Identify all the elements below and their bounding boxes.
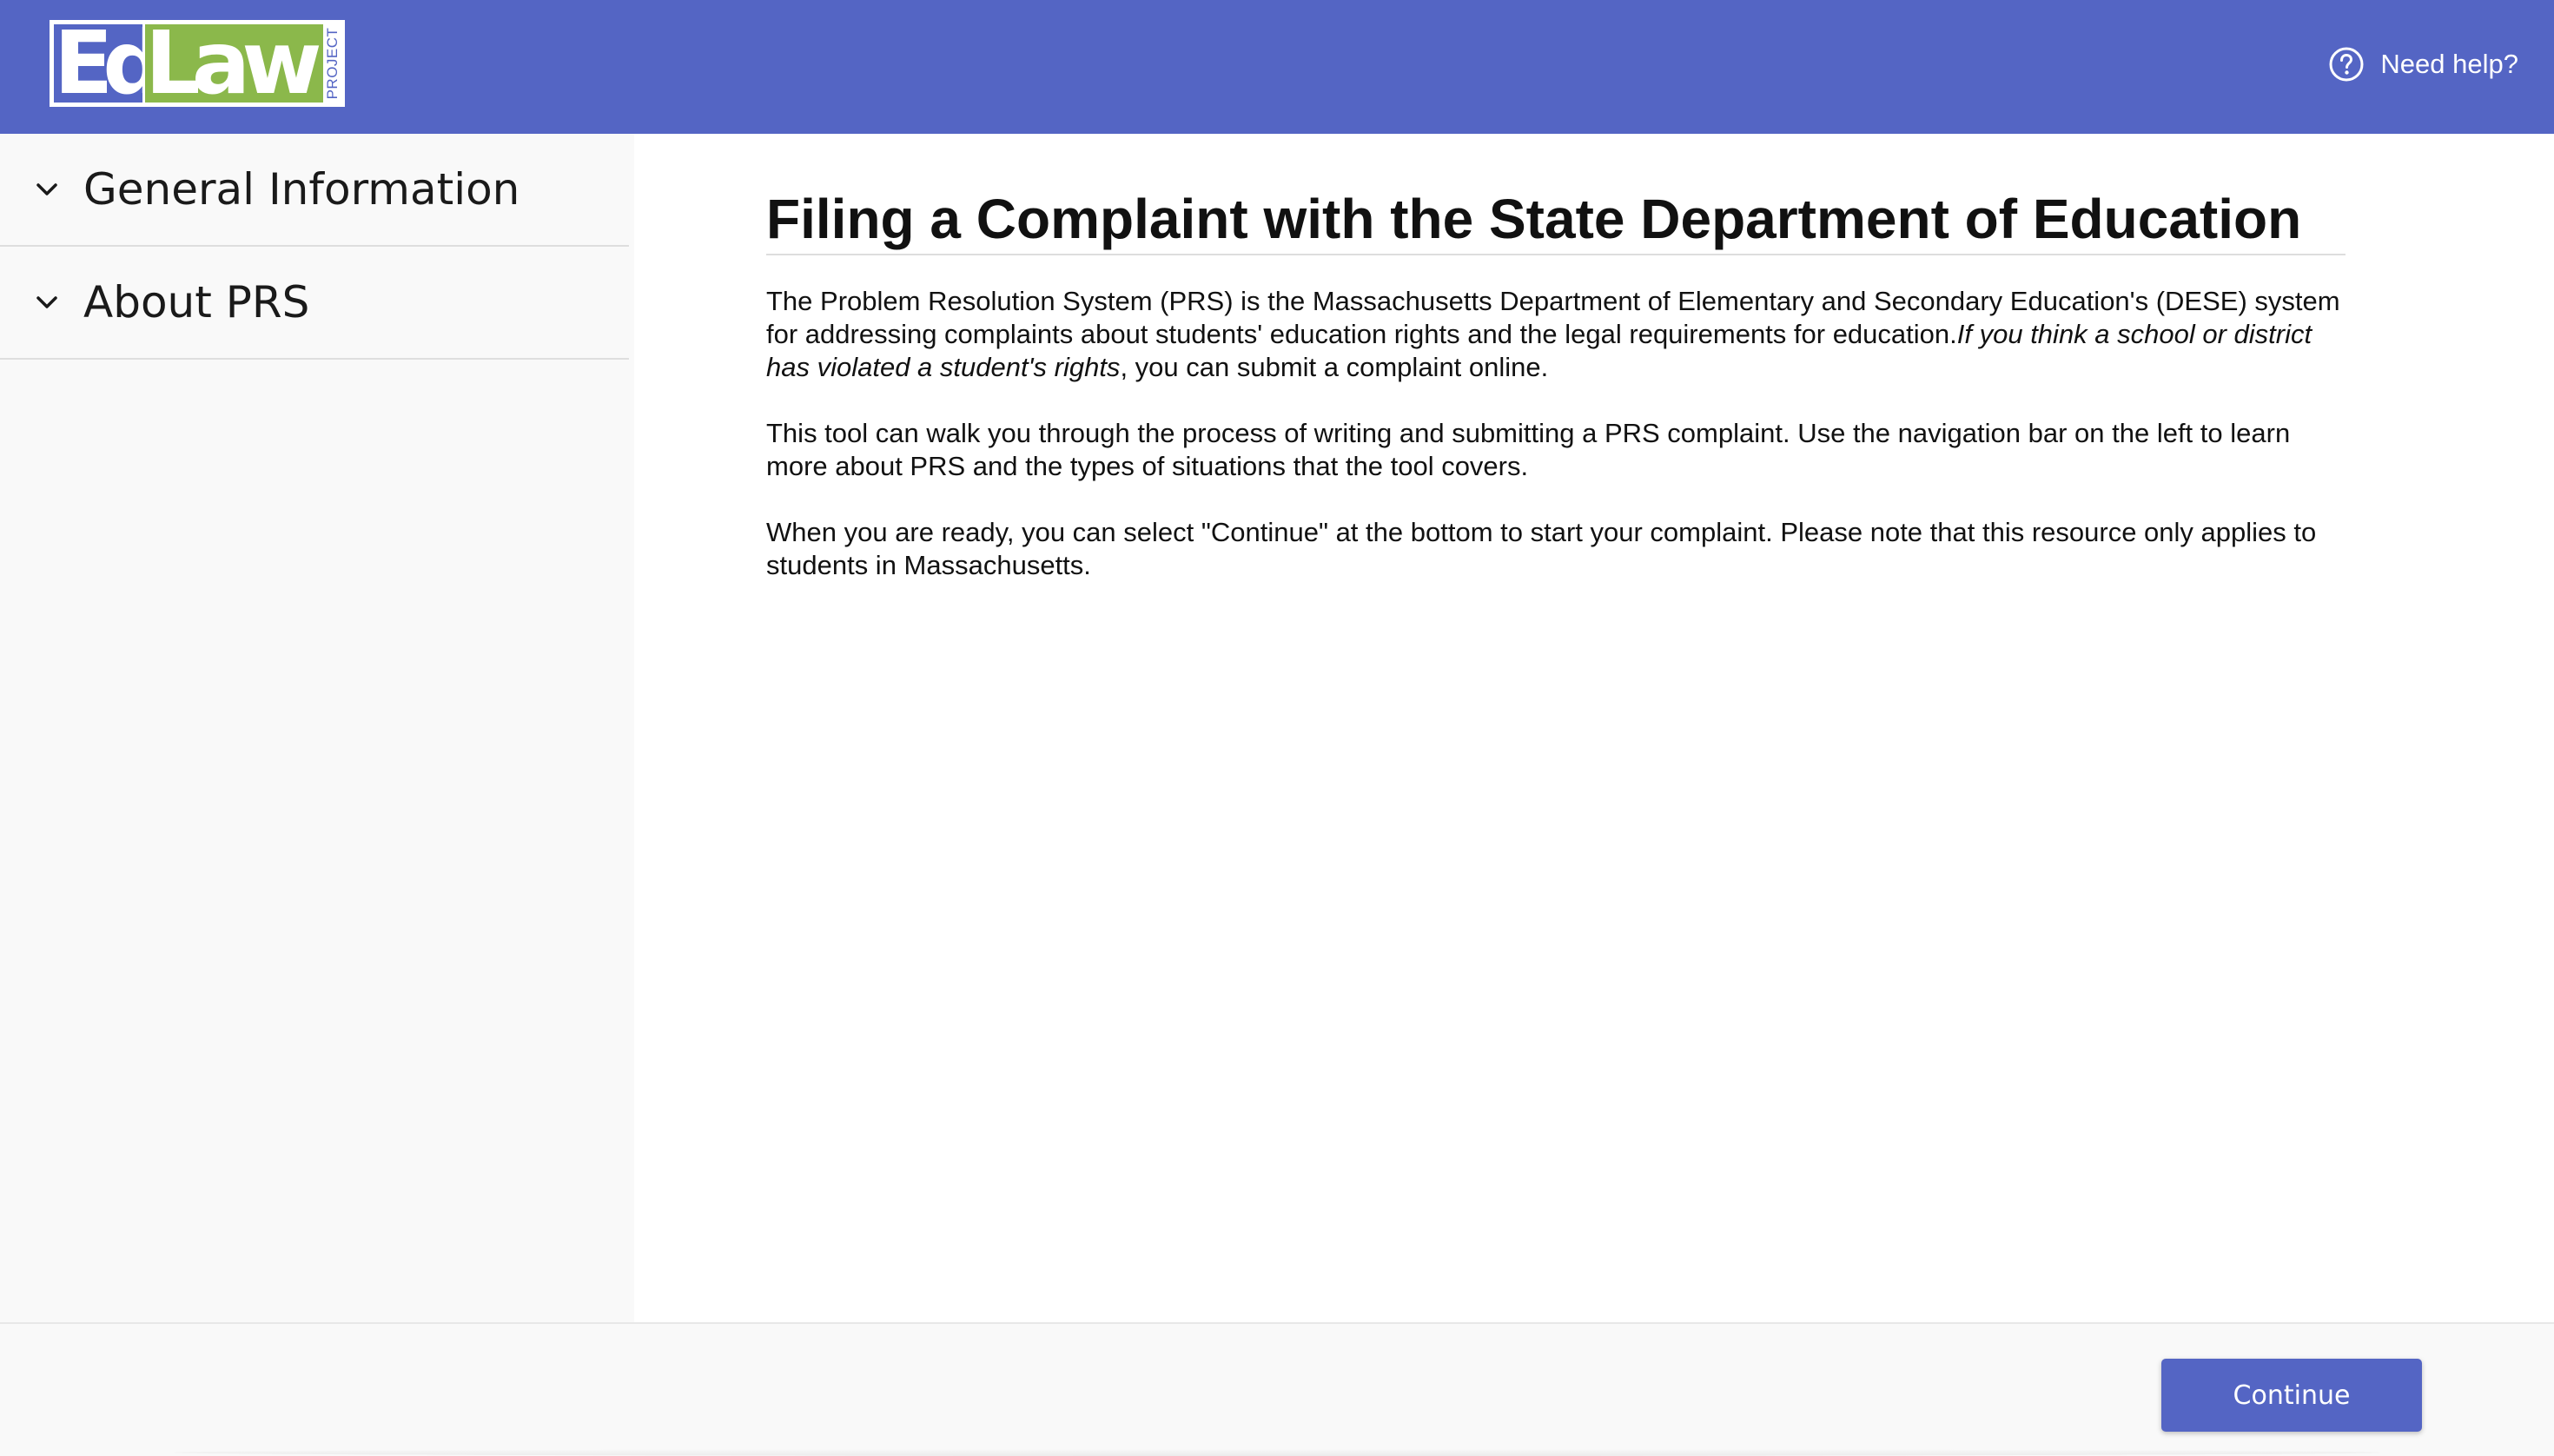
edlaw-project-logo[interactable]: Ed Law PROJECT — [50, 20, 345, 107]
footer-bar: Continue — [0, 1322, 2554, 1456]
logo-ed-text: Ed — [54, 24, 142, 103]
sidebar-nav: General Information About PRS — [0, 134, 634, 1322]
app-header: Ed Law PROJECT Need help? — [0, 0, 2554, 134]
footer-shadow — [174, 1449, 2380, 1456]
sidebar-item-label: About PRS — [83, 277, 310, 328]
logo-project-text: PROJECT — [325, 27, 341, 100]
question-circle-icon — [2328, 46, 2365, 83]
need-help-link[interactable]: Need help? — [2328, 42, 2518, 87]
sidebar-item-about-prs[interactable]: About PRS — [0, 247, 629, 360]
continue-button[interactable]: Continue — [2161, 1359, 2422, 1432]
page-title: Filing a Complaint with the State Depart… — [766, 188, 2346, 255]
need-help-label: Need help? — [2380, 49, 2518, 79]
intro-text-end: , you can submit a complaint online. — [1120, 352, 1549, 382]
chevron-down-icon — [35, 182, 59, 197]
intro-paragraph: The Problem Resolution System (PRS) is t… — [766, 285, 2346, 384]
chevron-down-icon — [35, 295, 59, 310]
main-content: Filing a Complaint with the State Depart… — [766, 188, 2346, 582]
tool-description-paragraph: This tool can walk you through the proce… — [766, 418, 2291, 481]
ready-note-paragraph: When you are ready, you can select "Cont… — [766, 517, 2317, 580]
sidebar-item-general-information[interactable]: General Information — [0, 134, 629, 247]
sidebar-item-label: General Information — [83, 164, 520, 215]
logo-law-text: Law — [145, 24, 323, 103]
